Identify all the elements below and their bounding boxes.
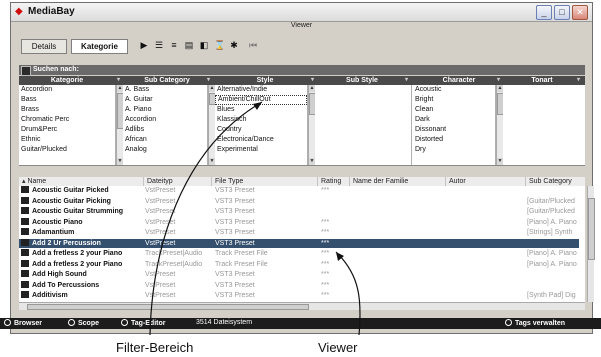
filter-callout-arrowhead [253,102,262,110]
filter-callout-line [149,101,263,336]
viewer-callout-line [335,251,361,336]
callout-arrows [149,101,361,336]
caption-filter-area: Filter-Bereich [116,340,194,355]
caption-viewer: Viewer [318,340,358,355]
